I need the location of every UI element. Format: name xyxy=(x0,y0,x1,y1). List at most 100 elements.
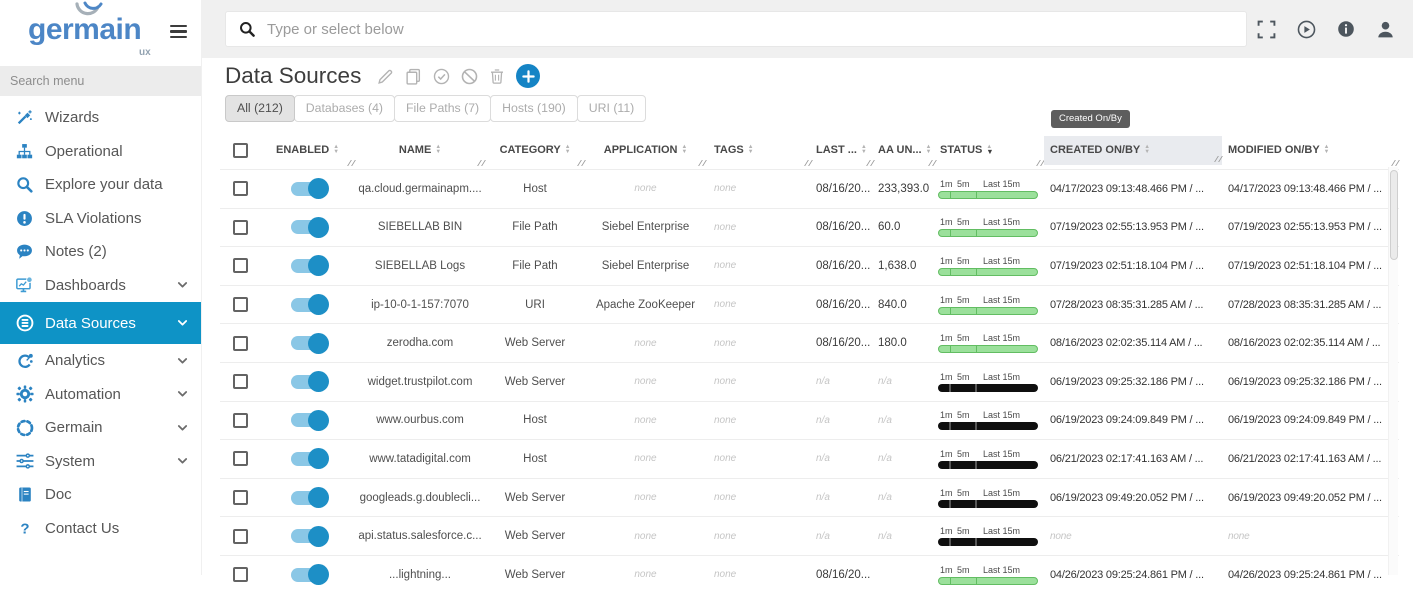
tab-all-212[interactable]: All (212) xyxy=(225,95,295,122)
sort-icon[interactable]: ▲▼ xyxy=(682,145,688,154)
sort-icon[interactable]: ▲▼ xyxy=(861,145,867,154)
sidebar-item-analytics[interactable]: Analytics xyxy=(0,344,201,378)
column-resize-handle[interactable] xyxy=(579,160,584,166)
fullscreen-button[interactable] xyxy=(1257,20,1276,39)
sort-icon[interactable]: ▲▼ xyxy=(435,145,441,154)
tab-uri-11[interactable]: URI (11) xyxy=(577,95,647,122)
tab-hosts-190[interactable]: Hosts (190) xyxy=(490,95,578,122)
row-checkbox[interactable] xyxy=(233,258,248,273)
row-checkbox[interactable] xyxy=(233,336,248,351)
table-row[interactable]: api.status.salesforce.c... Web Server no… xyxy=(220,516,1399,555)
enabled-toggle[interactable] xyxy=(291,491,325,505)
column-resize-handle[interactable] xyxy=(349,160,354,166)
column-resize-handle[interactable] xyxy=(806,160,811,166)
sort-desc-icon[interactable]: ▲▼ xyxy=(986,145,993,154)
enabled-toggle[interactable] xyxy=(291,220,325,234)
table-row[interactable]: www.ourbus.com Host none none n/a n/a 1m… xyxy=(220,401,1399,440)
sidebar-item-dashboards[interactable]: Dashboards xyxy=(0,269,201,303)
row-checkbox[interactable] xyxy=(233,181,248,196)
status-cell[interactable]: 1m 5m Last 15m xyxy=(936,170,1044,208)
table-row[interactable]: ip-10-0-1-157:7070 URI Apache ZooKeeper … xyxy=(220,285,1399,324)
col-header-status[interactable]: STATUS▲▼ xyxy=(936,131,1044,169)
table-scrollbar[interactable] xyxy=(1388,167,1398,575)
status-cell[interactable]: 1m 5m Last 15m xyxy=(936,324,1044,362)
scrollbar-thumb[interactable] xyxy=(1390,170,1398,260)
sidebar-search-input[interactable] xyxy=(0,66,201,96)
global-search[interactable] xyxy=(225,11,1247,47)
sidebar-item-germain[interactable]: Germain xyxy=(0,411,201,445)
sidebar-item-doc[interactable]: Doc xyxy=(0,478,201,512)
enable-check-icon[interactable] xyxy=(433,68,450,85)
col-header-last[interactable]: LAST ...▲▼ xyxy=(812,131,874,169)
sidebar-item-notes-2[interactable]: Notes (2) xyxy=(0,235,201,269)
sidebar-item-system[interactable]: System xyxy=(0,445,201,479)
column-resize-handle[interactable] xyxy=(1393,160,1398,166)
column-resize-handle[interactable] xyxy=(930,160,935,166)
row-checkbox[interactable] xyxy=(233,374,248,389)
sidebar-item-wizards[interactable]: Wizards xyxy=(0,101,201,135)
status-cell[interactable]: 1m 5m Last 15m xyxy=(936,363,1044,401)
table-row[interactable]: zerodha.com Web Server none none 08/16/2… xyxy=(220,323,1399,362)
tab-file-paths-7[interactable]: File Paths (7) xyxy=(394,95,491,122)
duplicate-icon[interactable] xyxy=(405,68,422,85)
sort-icon[interactable]: ▲▼ xyxy=(565,145,571,154)
hamburger-menu-icon[interactable] xyxy=(170,25,187,38)
column-resize-handle[interactable] xyxy=(479,160,484,166)
row-checkbox[interactable] xyxy=(233,529,248,544)
col-header-aa[interactable]: AA UN...▲▼ xyxy=(874,131,936,169)
enabled-toggle[interactable] xyxy=(291,336,325,350)
row-checkbox[interactable] xyxy=(233,490,248,505)
row-checkbox[interactable] xyxy=(233,451,248,466)
select-all-checkbox[interactable] xyxy=(233,143,248,158)
col-header-enabled[interactable]: ENABLED▲▼ xyxy=(260,131,355,169)
logo-text[interactable]: germain xyxy=(28,13,141,47)
table-row[interactable]: googleads.g.doublecli... Web Server none… xyxy=(220,478,1399,517)
tab-databases-4[interactable]: Databases (4) xyxy=(294,95,395,122)
sort-icon[interactable]: ▲▼ xyxy=(748,145,754,154)
table-row[interactable]: www.tatadigital.com Host none none n/a n… xyxy=(220,439,1399,478)
enabled-toggle[interactable] xyxy=(291,259,325,273)
col-header-category[interactable]: CATEGORY▲▼ xyxy=(485,131,585,169)
table-row[interactable]: widget.trustpilot.com Web Server none no… xyxy=(220,362,1399,401)
status-cell[interactable]: 1m 5m Last 15m xyxy=(936,209,1044,247)
play-button[interactable] xyxy=(1297,20,1316,39)
delete-trash-icon[interactable] xyxy=(489,68,505,84)
sidebar-item-explore-your-data[interactable]: Explore your data xyxy=(0,168,201,202)
col-header-created[interactable]: CREATED ON/BY▲▼ xyxy=(1044,136,1222,165)
status-cell[interactable]: 1m 5m Last 15m xyxy=(936,517,1044,555)
table-row[interactable]: SIEBELLAB Logs File Path Siebel Enterpri… xyxy=(220,246,1399,285)
sidebar-item-data-sources[interactable]: Data Sources xyxy=(0,302,201,344)
enabled-toggle[interactable] xyxy=(291,452,325,466)
row-checkbox[interactable] xyxy=(233,297,248,312)
column-resize-handle[interactable] xyxy=(1216,156,1221,162)
col-header-application[interactable]: APPLICATION▲▼ xyxy=(585,131,706,169)
status-cell[interactable]: 1m 5m Last 15m xyxy=(936,247,1044,285)
enabled-toggle[interactable] xyxy=(291,298,325,312)
table-row[interactable]: SIEBELLAB BIN File Path Siebel Enterpris… xyxy=(220,208,1399,247)
enabled-toggle[interactable] xyxy=(291,413,325,427)
table-row[interactable]: qa.cloud.germainapm.... Host none none 0… xyxy=(220,169,1399,208)
col-header-modified[interactable]: MODIFIED ON/BY▲▼ xyxy=(1222,131,1399,169)
col-header-tags[interactable]: TAGS▲▼ xyxy=(706,131,812,169)
enabled-toggle[interactable] xyxy=(291,375,325,389)
column-resize-handle[interactable] xyxy=(700,160,705,166)
user-button[interactable] xyxy=(1376,20,1395,39)
column-resize-handle[interactable] xyxy=(1038,160,1043,166)
row-checkbox[interactable] xyxy=(233,220,248,235)
col-header-name[interactable]: NAME▲▼ xyxy=(355,131,485,169)
sidebar-item-sla-violations[interactable]: SLA Violations xyxy=(0,202,201,236)
table-row[interactable]: ...lightning... Web Server none none 08/… xyxy=(220,555,1399,594)
column-resize-handle[interactable] xyxy=(868,160,873,166)
global-search-input[interactable] xyxy=(265,20,1246,39)
row-checkbox[interactable] xyxy=(233,413,248,428)
sidebar-item-automation[interactable]: Automation xyxy=(0,378,201,412)
sort-icon[interactable]: ▲▼ xyxy=(333,145,339,154)
status-cell[interactable]: 1m 5m Last 15m xyxy=(936,479,1044,517)
sort-icon[interactable]: ▲▼ xyxy=(1324,145,1330,154)
add-button[interactable] xyxy=(516,64,540,88)
edit-icon[interactable] xyxy=(377,68,394,85)
sidebar-item-operational[interactable]: Operational xyxy=(0,135,201,169)
sort-icon[interactable]: ▲▼ xyxy=(926,145,932,154)
sidebar-item-contact-us[interactable]: ? Contact Us xyxy=(0,512,201,546)
info-button[interactable] xyxy=(1337,20,1355,38)
